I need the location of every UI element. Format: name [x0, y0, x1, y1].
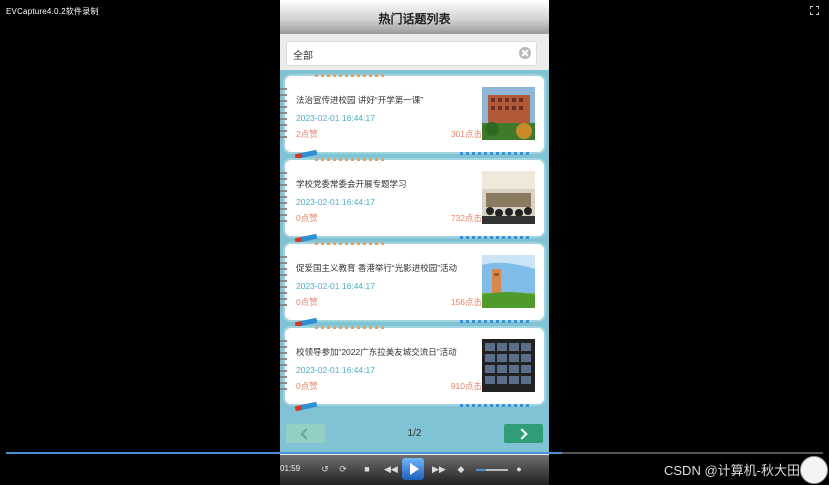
decorative-border: [460, 236, 530, 239]
phone-screen: 热门话题列表 全部 法治宣传进校园 讲好“开学第一课” 2023-02-01 1…: [280, 0, 549, 485]
topic-list: 法治宣传进校园 讲好“开学第一课” 2023-02-01 16:44:17 2点…: [280, 70, 549, 416]
topic-thumbnail[interactable]: [482, 87, 535, 140]
topic-views: 156点击: [450, 297, 482, 307]
topic-views: 301点击: [450, 129, 482, 139]
window-title: EVCapture4.0.2软件录制: [6, 7, 99, 16]
topic-card[interactable]: 校领导参加“2022广东拉美友城交流日”活动 2023-02-01 16:44:…: [280, 326, 546, 412]
page-header: 热门话题列表: [280, 0, 549, 34]
video-progress-fill: [6, 452, 562, 454]
topic-views: 910点击: [450, 381, 482, 391]
topic-likes: 0点赞: [296, 297, 318, 307]
binder-clip-icon: [280, 88, 287, 142]
topic-card[interactable]: 促爱国主义教育 香港举行“光影进校园”活动 2023-02-01 16:44:1…: [280, 242, 546, 328]
stop-icon[interactable]: ■: [362, 464, 372, 474]
decorative-border: [315, 74, 385, 77]
topic-views: 732点击: [450, 213, 482, 223]
elapsed-time: 01:59: [280, 464, 301, 473]
volume-level: [476, 469, 486, 471]
topic-time: 2023-02-01 16:44:17: [296, 281, 375, 291]
topic-thumbnail[interactable]: [482, 171, 535, 224]
user-icon[interactable]: ●: [514, 464, 524, 474]
binder-clip-icon: [280, 256, 287, 310]
decorative-border: [315, 158, 385, 161]
video-progress-bar[interactable]: [6, 452, 823, 454]
next-icon[interactable]: ▶▶: [432, 464, 446, 474]
previous-icon[interactable]: ◀◀: [384, 464, 398, 474]
clear-icon[interactable]: [519, 47, 531, 59]
topic-card[interactable]: 法治宣传进校园 讲好“开学第一课” 2023-02-01 16:44:17 2点…: [280, 74, 546, 160]
next-page-button[interactable]: [504, 424, 543, 443]
decorative-border: [460, 320, 530, 323]
topic-likes: 0点赞: [296, 213, 318, 223]
decorative-border: [315, 242, 385, 245]
player-controls: 01:59 ↺ ⟳ ■ ◀◀ ▶▶ ◆ ●: [280, 455, 549, 485]
pencil-icon: [294, 401, 318, 412]
binder-clip-icon: [280, 340, 287, 394]
category-filter-input[interactable]: 全部: [286, 41, 537, 66]
decorative-border: [460, 404, 530, 407]
topic-likes: 2点赞: [296, 129, 318, 139]
chevron-right-icon: [516, 428, 528, 440]
avatar: [800, 456, 828, 484]
replay-icon[interactable]: ⟳: [338, 464, 348, 474]
category-filter-value: 全部: [293, 51, 313, 62]
topic-thumbnail[interactable]: [482, 255, 535, 308]
volume-slider[interactable]: [476, 469, 508, 471]
decorative-border: [315, 326, 385, 329]
topic-time: 2023-02-01 16:44:17: [296, 365, 375, 375]
watermark: CSDN @计算机-秋大田: [664, 463, 800, 478]
decorative-border: [460, 152, 530, 155]
page-title: 热门话题列表: [378, 12, 451, 26]
topic-likes: 0点赞: [296, 381, 318, 391]
topic-title: 学校党委常委会开展专题学习: [296, 179, 407, 189]
fullscreen-icon[interactable]: [810, 6, 819, 15]
topic-thumbnail[interactable]: [482, 339, 535, 392]
topic-time: 2023-02-01 16:44:17: [296, 113, 375, 123]
rewind-icon[interactable]: ↺: [320, 464, 330, 474]
pagination-bar: 1/2: [280, 416, 549, 453]
topic-card[interactable]: 学校党委常委会开展专题学习 2023-02-01 16:44:17 0点赞 73…: [280, 158, 546, 244]
play-button[interactable]: [402, 458, 424, 480]
topic-title: 校领导参加“2022广东拉美友城交流日”活动: [296, 347, 457, 357]
topic-title: 促爱国主义教育 香港举行“光影进校园”活动: [296, 263, 458, 273]
topic-title: 法治宣传进校园 讲好“开学第一课”: [296, 95, 424, 105]
binder-clip-icon: [280, 172, 287, 226]
volume-icon[interactable]: ◆: [456, 464, 466, 474]
topic-time: 2023-02-01 16:44:17: [296, 197, 375, 207]
